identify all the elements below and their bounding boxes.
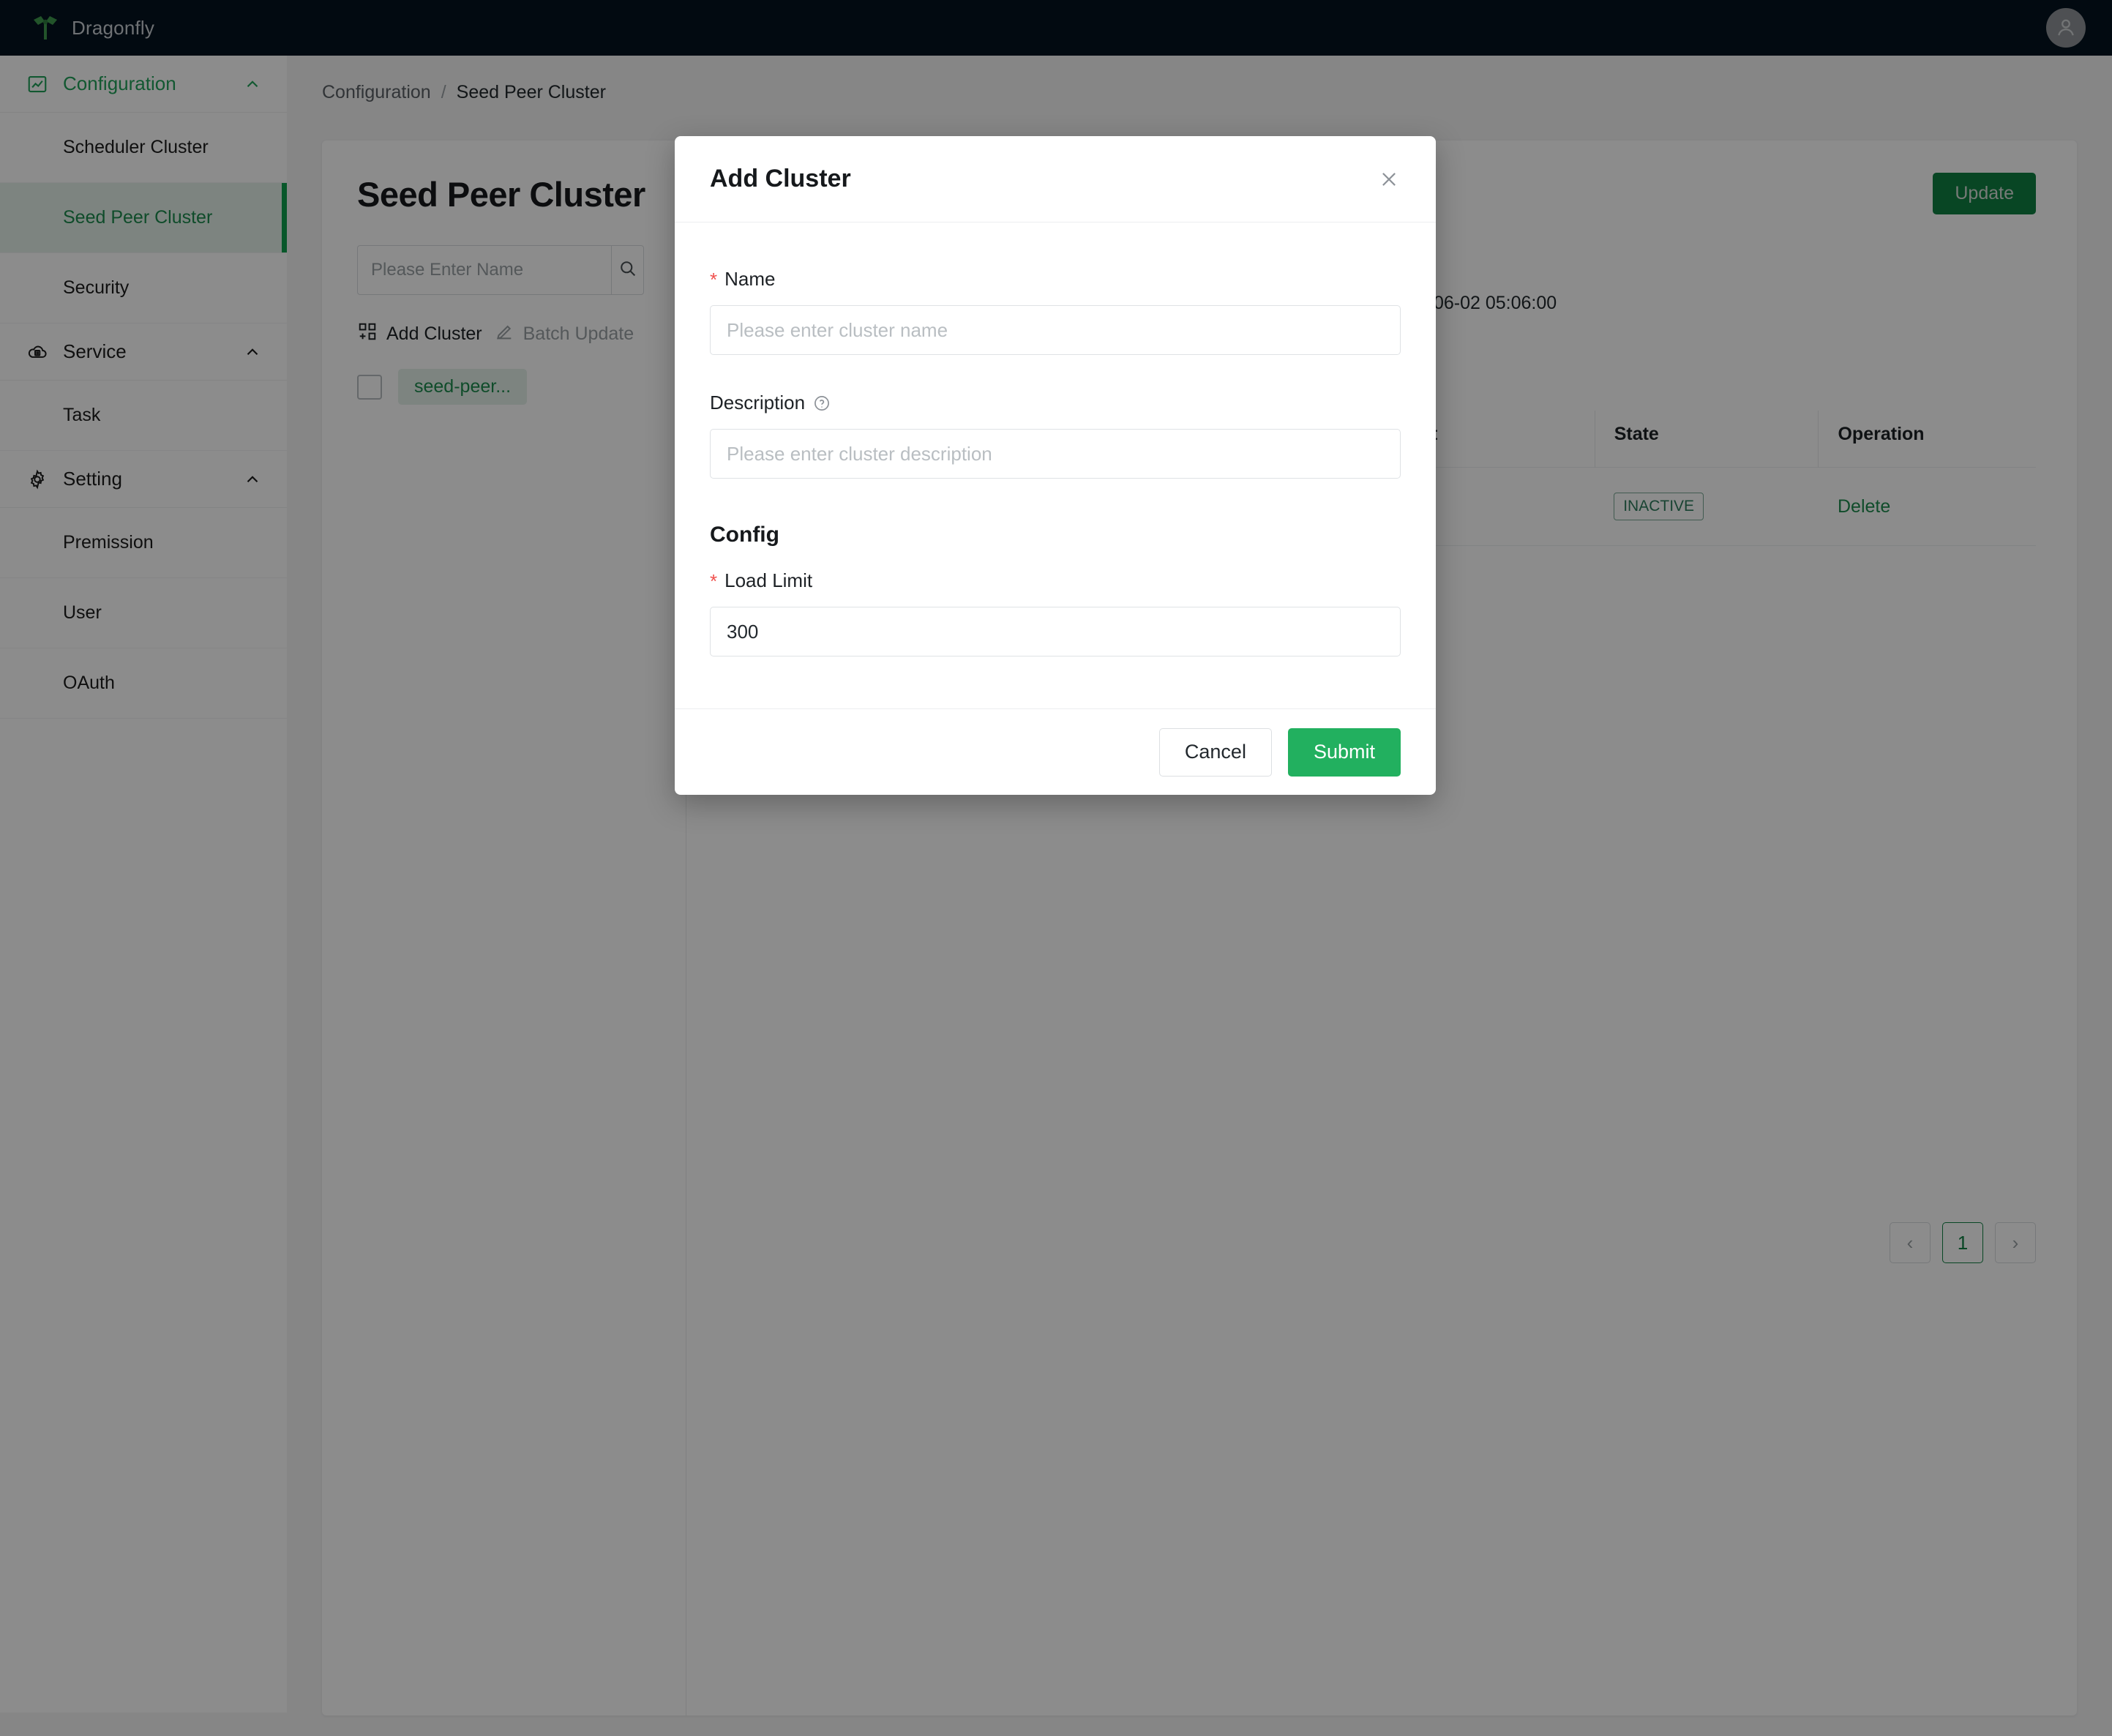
description-label: Description	[710, 392, 806, 414]
cluster-description-input[interactable]	[710, 429, 1401, 479]
config-section-title: Config	[710, 523, 779, 547]
cancel-button[interactable]: Cancel	[1158, 727, 1272, 777]
name-label: Name	[724, 268, 776, 290]
modal-title: Add Cluster	[710, 165, 851, 192]
field-load-limit: * Load Limit	[710, 569, 1401, 656]
modal-footer: Cancel Submit	[675, 708, 1436, 795]
modal-header: Add Cluster	[675, 136, 1436, 222]
submit-button[interactable]: Submit	[1287, 727, 1401, 777]
field-name: * Name	[710, 268, 1401, 355]
add-cluster-modal: Add Cluster * Name Description	[675, 136, 1436, 795]
app-root: Dragonfly Configuration Scheduler Cluste…	[0, 0, 2112, 1736]
help-circle-icon[interactable]	[812, 394, 831, 413]
required-mark: *	[710, 268, 718, 291]
modal-body: * Name Description	[675, 222, 1436, 708]
cluster-name-input[interactable]	[710, 305, 1401, 355]
close-icon[interactable]	[1373, 163, 1405, 195]
name-label-row: * Name	[710, 268, 1401, 291]
load-limit-label: Load Limit	[724, 569, 813, 591]
required-mark: *	[710, 569, 718, 592]
load-limit-input[interactable]	[710, 607, 1401, 656]
description-label-row: Description	[710, 392, 1401, 414]
load-limit-label-row: * Load Limit	[710, 569, 1401, 592]
field-description: Description	[710, 392, 1401, 479]
